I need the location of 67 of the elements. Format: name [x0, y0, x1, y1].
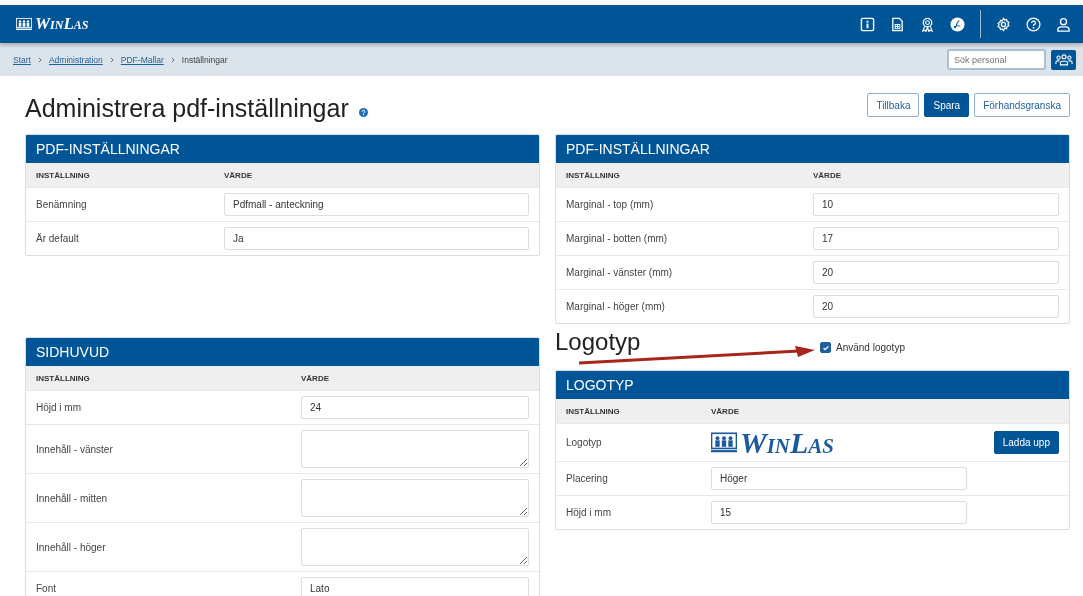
value-field[interactable]: Höger	[711, 467, 967, 490]
column-header: INSTÄLLNING	[566, 170, 621, 180]
settings-icon[interactable]	[996, 16, 1011, 32]
value-field[interactable]: 17	[813, 227, 1059, 250]
setting-label: Benämning	[36, 199, 88, 210]
column-header: VÄRDE	[711, 406, 740, 416]
breadcrumb-link[interactable]: Start	[13, 54, 31, 65]
section-heading: Logotyp	[555, 330, 641, 354]
logo-icon	[16, 18, 32, 30]
breadcrumb-link[interactable]: PDF-Mallar	[120, 54, 164, 65]
setting-label: Innehåll - mitten	[36, 492, 109, 504]
setting-label: Marginal - top (mm)	[566, 199, 655, 210]
setting-label: Höjd i mm	[566, 507, 612, 518]
column-header: INSTÄLLNING	[36, 170, 91, 180]
chevron-icon	[109, 56, 114, 63]
column-header: VÄRDE	[301, 373, 330, 383]
setting-label: Marginal - vänster (mm)	[566, 267, 674, 278]
logo-wordmark: WinLas	[740, 427, 835, 458]
search-field[interactable]: Sök personal	[947, 49, 1046, 70]
setting-label: Marginal - höger (mm)	[566, 301, 666, 312]
breadcrumb-link[interactable]: Administration	[48, 54, 103, 65]
panel-header: LOGOTYP	[556, 371, 1069, 399]
setting-label: Placering	[566, 473, 609, 484]
user-icon[interactable]	[1056, 16, 1071, 32]
setting-label: Innehåll - höger	[36, 541, 107, 553]
column-header: INSTÄLLNING	[566, 406, 621, 416]
check-icon	[821, 343, 830, 352]
value-field[interactable]: Ja	[224, 227, 529, 250]
panel-header: SIDHUVUD	[26, 338, 539, 366]
chevron-icon	[37, 56, 42, 63]
column-header: INSTÄLLNING	[36, 373, 91, 383]
column-header: VÄRDE	[813, 170, 842, 180]
app-logo[interactable]: WinLas	[35, 14, 89, 34]
value-field[interactable]: 20	[813, 295, 1059, 318]
setting-label: Font	[36, 583, 57, 594]
page-title: Administrera pdf-inställningar	[25, 93, 349, 123]
panel-header: PDF-INSTÄLLNINGAR	[26, 135, 539, 163]
setting-label: Marginal - botten (mm)	[566, 233, 669, 244]
checkbox[interactable]	[820, 342, 831, 353]
value-field[interactable]: Pdfmall - anteckning	[224, 193, 529, 216]
info-icon[interactable]	[860, 16, 875, 32]
panel-header: PDF-INSTÄLLNINGAR	[556, 135, 1069, 163]
setting-label: Logotyp	[566, 437, 603, 448]
value-field[interactable]: 15	[711, 501, 967, 524]
spreadsheet-file-icon[interactable]	[890, 16, 905, 32]
help-icon[interactable]	[358, 107, 368, 117]
chevron-icon	[170, 56, 175, 63]
checkbox-label: Använd logotyp	[836, 342, 905, 353]
logo-icon	[711, 432, 737, 453]
breadcrumb-current: Inställningar	[181, 54, 228, 65]
action-button[interactable]: Spara	[924, 93, 970, 117]
setting-label: Innehåll - vänster	[36, 443, 114, 455]
action-button[interactable]: Förhandsgranska	[974, 93, 1070, 117]
people-icon	[1054, 53, 1073, 66]
staff-group-button[interactable]	[1051, 49, 1076, 70]
help-icon[interactable]	[1026, 16, 1041, 32]
award-icon[interactable]	[920, 16, 935, 32]
setting-label: Höjd i mm	[36, 402, 82, 413]
upload-button[interactable]: Ladda upp	[993, 431, 1059, 454]
action-button[interactable]: Tillbaka	[867, 93, 920, 117]
value-field[interactable]: Lato	[301, 577, 529, 596]
value-field[interactable]: 24	[301, 396, 529, 419]
column-header: VÄRDE	[224, 170, 253, 180]
value-field[interactable]: 20	[813, 261, 1059, 284]
setting-label: Är default	[36, 233, 80, 244]
value-field[interactable]: 10	[813, 193, 1059, 216]
signature-badge-icon[interactable]	[950, 16, 965, 32]
